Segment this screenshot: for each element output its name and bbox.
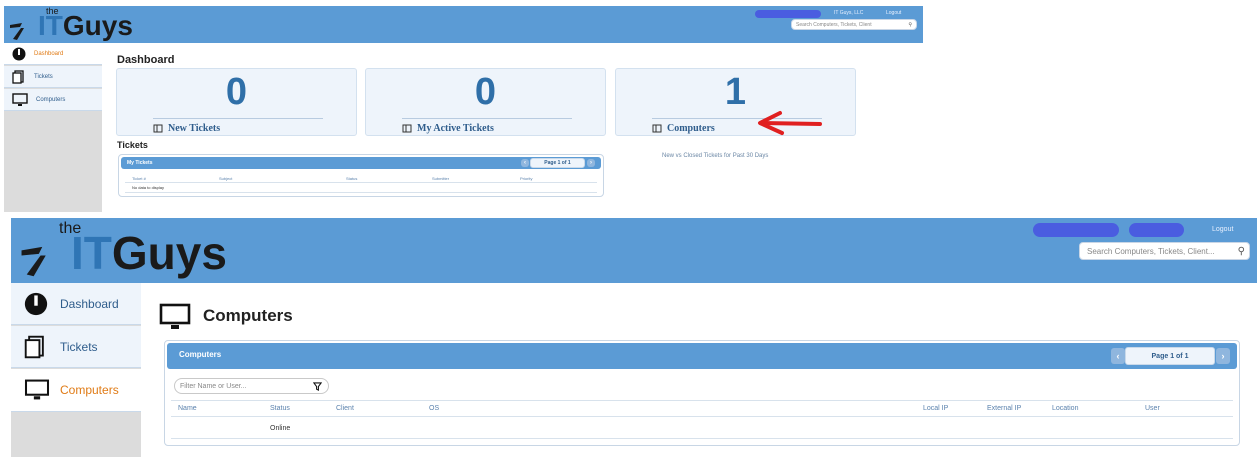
- tile-value: 0: [225, 71, 248, 113]
- pager-label: Page 1 of 1: [1125, 347, 1215, 365]
- pager-prev-button[interactable]: ‹: [1111, 348, 1125, 364]
- section-title-tickets: Tickets: [117, 140, 148, 150]
- computers-screenshot: the IT Guys Logout Search Computers, Tic…: [11, 218, 1257, 457]
- global-search[interactable]: Search Computers, Tickets, Client... ⚲: [1079, 242, 1250, 260]
- search-input[interactable]: Search Computers, Tickets, Client: [796, 22, 872, 28]
- column-header[interactable]: Subject: [219, 176, 232, 181]
- redacted-username: [755, 10, 821, 18]
- page-title: Computers: [203, 306, 293, 325]
- redacted-username: [1033, 223, 1119, 237]
- column-header[interactable]: Priority: [520, 176, 532, 181]
- logout-link[interactable]: Logout: [1212, 226, 1233, 233]
- tile-my-active-tickets[interactable]: 0 My Active Tickets: [365, 68, 606, 136]
- sidebar: Dashboard Tickets Computers: [11, 283, 141, 457]
- user-menu[interactable]: IT Guys, LLC: [834, 10, 863, 16]
- tile-value: 0: [474, 71, 497, 113]
- dashboard-screenshot: the IT Guys IT Guys, LLC Logout Search C…: [4, 6, 923, 212]
- sidebar-item-computers[interactable]: Computers: [4, 89, 102, 111]
- speedometer-icon: [12, 47, 26, 60]
- pager-next-button[interactable]: ›: [587, 159, 595, 167]
- page-title: Dashboard: [117, 54, 175, 66]
- filter-input[interactable]: Filter Name or User...: [174, 378, 329, 394]
- column-header[interactable]: User: [1145, 405, 1160, 412]
- column-header[interactable]: Local IP: [923, 405, 948, 412]
- column-header[interactable]: Submitter: [432, 176, 449, 181]
- logo-swoosh-icon: [21, 246, 46, 277]
- global-search[interactable]: Search Computers, Tickets, Client ⚲: [791, 19, 917, 30]
- pager-next-button[interactable]: ›: [1216, 348, 1230, 364]
- app-logo[interactable]: the IT Guys: [10, 6, 133, 41]
- column-header[interactable]: Ticket #: [132, 176, 146, 181]
- monitor-icon: [24, 379, 50, 400]
- filter-funnel-icon[interactable]: [313, 381, 322, 391]
- column-header[interactable]: OS: [429, 405, 439, 412]
- search-icon[interactable]: ⚲: [1238, 246, 1245, 257]
- document-icon: [402, 124, 412, 133]
- grid-title: Computers: [179, 350, 222, 359]
- column-header[interactable]: Name: [178, 405, 197, 412]
- chart-caption: New vs Closed Tickets for Past 30 Days: [662, 153, 769, 159]
- column-header[interactable]: Location: [1052, 405, 1078, 412]
- grid-title: My Tickets: [127, 160, 153, 166]
- logout-link[interactable]: Logout: [886, 10, 901, 16]
- app-header: the IT Guys Logout Search Computers, Tic…: [11, 218, 1257, 283]
- annotation-arrow-icon: [758, 111, 822, 135]
- logo-swoosh-icon: [10, 23, 24, 40]
- app-logo[interactable]: the IT Guys: [21, 220, 227, 278]
- my-tickets-grid: My Tickets ‹ Page 1 of 1 › Ticket # Subj…: [118, 154, 604, 197]
- redacted-company: [1129, 223, 1184, 237]
- sidebar-item-dashboard[interactable]: Dashboard: [11, 283, 141, 325]
- sidebar-item-dashboard[interactable]: Dashboard: [4, 43, 102, 65]
- computers-grid: Computers ‹ Page 1 of 1 › Filter Name or…: [164, 340, 1240, 446]
- table-row-status[interactable]: Online: [270, 425, 290, 432]
- column-header[interactable]: Status: [270, 405, 290, 412]
- monitor-icon: [12, 92, 28, 106]
- tile-value: 1: [724, 71, 747, 113]
- sidebar-item-tickets[interactable]: Tickets: [11, 326, 141, 368]
- pager-label: Page 1 of 1: [530, 158, 585, 168]
- document-icon: [153, 124, 163, 133]
- pager-prev-button[interactable]: ‹: [521, 159, 529, 167]
- monitor-icon: [159, 303, 191, 329]
- column-header[interactable]: Status: [346, 176, 357, 181]
- document-icon: [24, 335, 44, 358]
- column-header[interactable]: Client: [336, 405, 354, 412]
- sidebar-item-computers[interactable]: Computers: [11, 369, 141, 412]
- speedometer-icon: [24, 292, 48, 315]
- sidebar-item-tickets[interactable]: Tickets: [4, 66, 102, 88]
- document-icon: [12, 69, 24, 84]
- search-input[interactable]: Search Computers, Tickets, Client...: [1087, 247, 1215, 256]
- column-header[interactable]: External IP: [987, 405, 1021, 412]
- search-icon[interactable]: ⚲: [908, 22, 912, 28]
- empty-message: No data to display: [132, 185, 165, 190]
- app-header: the IT Guys IT Guys, LLC Logout Search C…: [4, 6, 923, 43]
- sidebar: Dashboard Tickets Computers: [4, 43, 102, 212]
- document-icon: [652, 124, 662, 133]
- tile-new-tickets[interactable]: 0 New Tickets: [116, 68, 357, 136]
